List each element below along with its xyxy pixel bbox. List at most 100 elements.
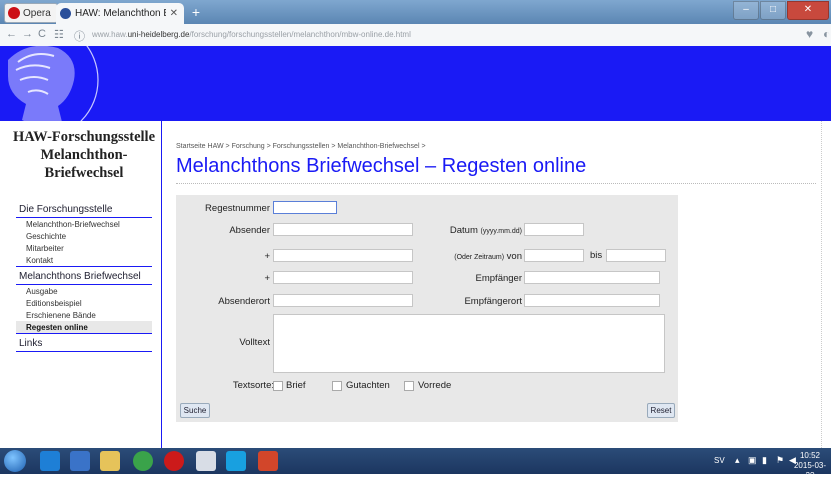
- opera-taskbar-icon[interactable]: [164, 451, 184, 471]
- zeitraum-von-input[interactable]: [524, 249, 584, 262]
- chrome-icon[interactable]: [133, 451, 153, 471]
- skype-icon[interactable]: [226, 451, 246, 471]
- volltext-textarea[interactable]: [273, 314, 665, 373]
- empfaenger-input[interactable]: [524, 271, 660, 284]
- site-banner: [0, 46, 831, 121]
- absenderort-input[interactable]: [273, 294, 413, 307]
- bookmark-heart-icon[interactable]: ♥: [806, 27, 813, 41]
- url-path: /forschung/forschungsstellen/melanchthon…: [189, 30, 411, 39]
- sidebar-item-regesten-online[interactable]: Regesten online: [16, 321, 152, 334]
- sidebar-item-ausgabe[interactable]: Ausgabe: [16, 285, 152, 297]
- absender-extra-input-2[interactable]: [273, 271, 413, 284]
- browser-tab[interactable]: HAW: Melanchthon Briefw ✕: [56, 3, 184, 24]
- brief-checkbox[interactable]: [273, 381, 283, 391]
- reset-button[interactable]: Reset: [647, 403, 675, 418]
- zeitraum-label: (Oder Zeitraum) von: [454, 251, 522, 262]
- bis-label: bis: [590, 250, 603, 261]
- gutachten-checkbox[interactable]: [332, 381, 342, 391]
- favicon-icon: [60, 8, 71, 19]
- paint-icon[interactable]: [196, 451, 216, 471]
- back-arrow-icon[interactable]: ←: [6, 28, 17, 40]
- von-label: von: [506, 251, 522, 262]
- opera-logo-icon: [8, 7, 20, 19]
- suche-button[interactable]: Suche: [180, 403, 210, 418]
- browser-titlebar: Opera HAW: Melanchthon Briefw ✕ + – □ ✕: [0, 0, 831, 24]
- language-indicator[interactable]: SV: [714, 456, 725, 465]
- empfaenger-label: Empfänger: [475, 273, 522, 284]
- start-button[interactable]: [4, 450, 26, 472]
- tray-expand-icon[interactable]: ▴: [735, 455, 740, 466]
- sidebar-section-briefwechsel[interactable]: Melanchthons Briefwechsel: [16, 269, 152, 285]
- site-name-line2: Melanchthon-: [40, 147, 128, 163]
- sidebar-item-mitarbeiter[interactable]: Mitarbeiter: [16, 242, 152, 254]
- sidebar-section-links[interactable]: Links: [16, 336, 152, 352]
- clock-date: 2015-03-2?: [793, 461, 827, 480]
- melanchthon-portrait-icon: [8, 46, 99, 121]
- absenderort-label: Absenderort: [218, 296, 270, 307]
- absender-input[interactable]: [273, 223, 413, 236]
- site-name[interactable]: HAW-Forschungsstelle Melanchthon- Briefw…: [10, 128, 158, 182]
- network-icon[interactable]: ▣: [748, 455, 757, 466]
- speed-dial-icon[interactable]: ☷: [54, 28, 64, 41]
- title-divider: [176, 183, 816, 184]
- zeitraum-bis-input[interactable]: [606, 249, 666, 262]
- reload-icon[interactable]: C: [38, 28, 46, 40]
- url-field[interactable]: www.haw.uni-heidelberg.de/forschung/fors…: [92, 27, 782, 43]
- opera-menu-button[interactable]: Opera: [4, 3, 58, 23]
- sidebar-section-forschungsstelle[interactable]: Die Forschungsstelle: [16, 202, 152, 218]
- system-clock[interactable]: 10:52 2015-03-2?: [790, 451, 830, 481]
- gutachten-label: Gutachten: [346, 380, 390, 391]
- sidebar-item-kontakt[interactable]: Kontakt: [16, 254, 152, 267]
- site-info-icon[interactable]: ⓘ: [74, 28, 85, 44]
- opera-menu-label: Opera: [23, 7, 51, 19]
- absender-extra-input-1[interactable]: [273, 249, 413, 262]
- url-prefix: www.haw.: [92, 30, 128, 39]
- sidebar-item-erschienene-baende[interactable]: Erschienene Bände: [16, 309, 152, 321]
- clock-time: 10:52: [799, 451, 821, 460]
- sidebar-nav: Die Forschungsstelle Melanchthon-Briefwe…: [16, 200, 152, 352]
- datum-label: Datum (yyyy.mm.dd): [450, 225, 522, 236]
- window-controls: – □ ✕: [733, 1, 829, 20]
- regestnummer-input[interactable]: [273, 201, 337, 214]
- sidebar-item-editionsbeispiel[interactable]: Editionsbeispiel: [16, 297, 152, 309]
- sidebar-item-geschichte[interactable]: Geschichte: [16, 230, 152, 242]
- empfaengerort-label: Empfängerort: [464, 296, 522, 307]
- absender-label: Absender: [229, 225, 270, 236]
- tab-title: HAW: Melanchthon Briefw: [75, 8, 166, 19]
- action-center-flag-icon[interactable]: ⚑: [776, 455, 784, 466]
- regesten-search-form: Regestnummer Absender + + Absenderort Vo…: [176, 195, 678, 422]
- vorrede-label: Vorrede: [418, 380, 452, 391]
- page-title: Melanchthons Briefwechsel – Regesten onl…: [176, 155, 587, 177]
- tab-close-icon[interactable]: ✕: [170, 8, 178, 19]
- url-domain: uni-heidelberg.de: [127, 30, 190, 39]
- minimize-button[interactable]: –: [733, 1, 759, 20]
- internet-explorer-icon[interactable]: [40, 451, 60, 471]
- breadcrumb[interactable]: Startseite HAW > Forschung > Forschungss…: [176, 143, 426, 150]
- sidebar-divider: [161, 121, 162, 448]
- zeitraum-hint: (Oder Zeitraum): [454, 254, 505, 261]
- brief-label: Brief: [286, 380, 306, 391]
- sidebar-item-melanchthon-briefwechsel[interactable]: Melanchthon-Briefwechsel: [16, 218, 152, 230]
- right-border: [821, 121, 822, 448]
- windows-taskbar: SV ▴ ▣ ▮ ⚑ ◀ 10:52 2015-03-2?: [0, 448, 831, 480]
- textsorte-label: Textsorte:: [232, 380, 274, 391]
- volltext-label: Volltext: [239, 337, 270, 348]
- new-tab-button[interactable]: +: [188, 5, 204, 19]
- datum-label-text: Datum: [449, 225, 478, 236]
- close-window-button[interactable]: ✕: [787, 1, 829, 20]
- absender-plus-label-2: +: [264, 273, 270, 284]
- vorrede-checkbox[interactable]: [404, 381, 414, 391]
- presentation-app-icon[interactable]: [258, 451, 278, 471]
- forward-arrow-icon[interactable]: →: [22, 28, 33, 40]
- site-name-line3: Briefwechsel: [44, 165, 124, 181]
- maximize-button[interactable]: □: [760, 1, 786, 20]
- windows-store-icon[interactable]: [70, 451, 90, 471]
- site-name-line1: HAW-Forschungsstelle: [12, 129, 156, 145]
- globe-icon[interactable]: ◐: [823, 27, 830, 41]
- empfaengerort-input[interactable]: [524, 294, 660, 307]
- regestnummer-label: Regestnummer: [205, 203, 270, 214]
- battery-icon[interactable]: ▮: [762, 455, 767, 466]
- datum-format-hint: (yyyy.mm.dd): [480, 228, 522, 235]
- file-explorer-icon[interactable]: [100, 451, 120, 471]
- datum-input[interactable]: [524, 223, 584, 236]
